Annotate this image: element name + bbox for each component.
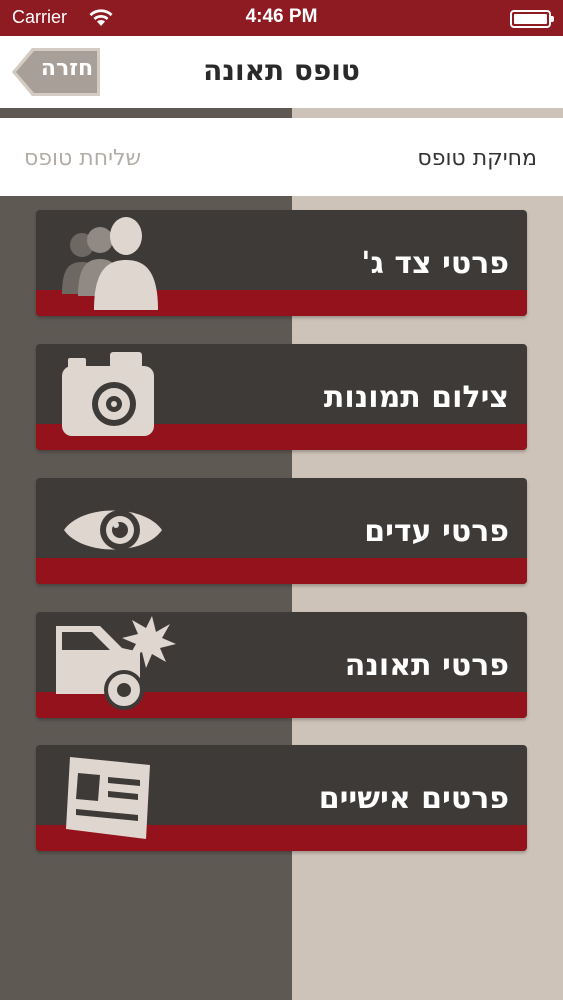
status-bar: Carrier 4:46 PM xyxy=(0,0,563,36)
camera-icon xyxy=(62,352,154,436)
nav-bar: חזרה טופס תאונה xyxy=(0,36,563,108)
panel-right xyxy=(292,196,563,1000)
panel-left xyxy=(0,196,292,1000)
menu-item-label: צילום תמונות xyxy=(323,380,509,415)
menu-item-label: פרטי תאונה xyxy=(344,648,509,683)
eye-icon xyxy=(64,510,162,550)
delete-form-button[interactable]: מחיקת טופס xyxy=(417,146,537,171)
battery-icon xyxy=(510,10,554,28)
menu-item-personal[interactable]: פרטים אישיים xyxy=(36,745,527,851)
id-card-icon xyxy=(66,757,150,839)
menu-item-accident[interactable]: פרטי תאונה xyxy=(36,612,527,718)
form-actions: מחיקת טופס שליחת טופס xyxy=(0,118,563,196)
menu-item-label: פרטי צד ג' xyxy=(361,246,509,281)
divider-left xyxy=(0,108,292,118)
send-form-button[interactable]: שליחת טופס xyxy=(24,146,141,171)
menu-item-witnesses[interactable]: פרטי עדים xyxy=(36,478,527,584)
menu-item-photos[interactable]: צילום תמונות xyxy=(36,344,527,450)
status-time: 4:46 PM xyxy=(245,6,318,27)
menu-item-label: פרטי עדים xyxy=(364,514,509,549)
divider-right xyxy=(292,108,563,118)
car-crash-icon xyxy=(56,616,176,710)
menu-item-label: פרטים אישיים xyxy=(318,781,509,816)
people-icon xyxy=(62,217,158,310)
menu-item-third-party[interactable]: פרטי צד ג' xyxy=(36,210,527,316)
page-title: טופס תאונה xyxy=(203,54,360,87)
